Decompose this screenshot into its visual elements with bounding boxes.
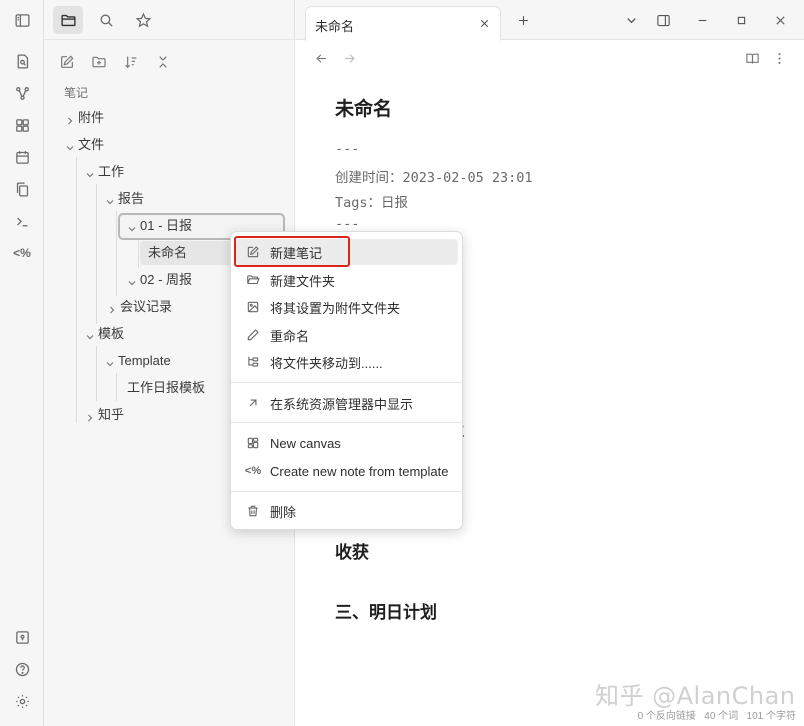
layout-dashboard-icon — [245, 435, 261, 451]
heading-gains: 收获 — [335, 543, 369, 562]
note-title[interactable]: 未命名 — [335, 94, 392, 121]
tree-folder-meetings[interactable]: 会议记录 — [106, 295, 172, 319]
search-icon — [100, 14, 113, 27]
tab-bar: 未命名 — [295, 0, 804, 41]
chevron-right-icon — [84, 408, 98, 422]
edit-icon — [61, 55, 74, 68]
tree-folder-templates[interactable]: 模板 — [84, 322, 124, 346]
tree-folder-template-en[interactable]: Template — [104, 349, 171, 373]
watermark: 知乎 @AlanChan — [595, 682, 796, 710]
tree-folder-zhihu[interactable]: 知乎 — [84, 403, 124, 427]
calendar-icon[interactable] — [12, 147, 32, 167]
tree-folder-attachments[interactable]: 附件 — [64, 106, 104, 130]
collapse-icon — [159, 56, 167, 68]
maximize-icon[interactable] — [731, 10, 751, 30]
graph-view-icon[interactable] — [12, 83, 32, 103]
chevron-down-icon — [84, 327, 98, 341]
menu-item-delete[interactable]: 删除 — [236, 498, 458, 524]
pencil-icon — [245, 327, 261, 343]
settings-gear-icon[interactable] — [12, 691, 32, 711]
menu-item-new-canvas[interactable]: New canvas — [236, 430, 458, 456]
menu-separator — [231, 422, 464, 423]
canvas-icon[interactable] — [12, 115, 32, 135]
bookmarks-tab[interactable] — [128, 6, 158, 34]
menu-separator — [231, 491, 464, 492]
tree-guide — [138, 238, 139, 268]
menu-item-set-attachment-folder[interactable]: 将其设置为附件文件夹 — [236, 294, 458, 320]
new-folder-button[interactable] — [88, 52, 110, 72]
menu-separator — [231, 382, 464, 383]
tab-list-chevron-down-icon[interactable] — [621, 10, 641, 30]
sort-button[interactable] — [120, 52, 142, 72]
search-tab[interactable] — [91, 6, 121, 34]
templater-icon[interactable]: <% — [12, 243, 32, 263]
forward-arrow-icon[interactable] — [339, 48, 359, 68]
collapse-all-button[interactable] — [152, 52, 174, 72]
chevron-down-icon — [104, 192, 118, 206]
heading-tomorrow-plan: 三、明日计划 — [335, 603, 437, 622]
tree-guide — [116, 211, 117, 296]
window-close-icon[interactable] — [770, 10, 790, 30]
tree-folder-files[interactable]: 文件 — [64, 133, 104, 157]
tree-file-untitled[interactable]: 未命名 — [148, 241, 187, 265]
menu-item-new-folder[interactable]: 新建文件夹 — [236, 267, 458, 293]
tree-guide — [96, 184, 97, 324]
vault-root-label: 笔记 — [64, 86, 89, 100]
menu-item-move-folder[interactable]: 将文件夹移动到...... — [236, 349, 458, 375]
back-arrow-icon[interactable] — [311, 48, 331, 68]
folder-open-icon — [245, 272, 261, 288]
toggle-right-sidebar-icon[interactable] — [653, 10, 673, 30]
frontmatter-tags: Tags：日报 — [335, 195, 409, 211]
menu-item-new-from-template[interactable]: <% Create new note from template — [236, 458, 458, 484]
chevron-down-icon — [126, 219, 140, 233]
reading-view-book-icon[interactable] — [742, 48, 762, 68]
percent-template-icon: <% — [244, 465, 262, 477]
tree-guide — [76, 157, 77, 423]
tree-folder-work[interactable]: 工作 — [84, 160, 124, 184]
vault-switcher-icon[interactable] — [12, 627, 32, 647]
image-icon — [245, 299, 261, 315]
tab-title: 未命名 — [315, 19, 355, 34]
tree-folder-reports[interactable]: 报告 — [104, 187, 144, 211]
tree-guide — [96, 346, 97, 401]
tree-guide — [116, 373, 117, 401]
chevron-down-icon — [64, 138, 78, 152]
close-icon[interactable] — [476, 15, 492, 31]
star-icon — [135, 12, 151, 27]
frontmatter-close: --- — [335, 216, 360, 232]
terminal-icon[interactable] — [12, 211, 32, 231]
minimize-icon[interactable] — [692, 10, 712, 30]
new-tab-plus-icon[interactable] — [513, 10, 533, 30]
folder-tree-icon — [245, 354, 261, 370]
help-icon[interactable] — [12, 659, 32, 679]
menu-item-reveal-in-explorer[interactable]: 在系统资源管理器中显示 — [236, 390, 458, 416]
sort-icon — [125, 56, 137, 69]
chevron-down-icon — [84, 165, 98, 179]
copy-icon[interactable] — [12, 179, 32, 199]
folder-icon — [60, 14, 76, 26]
chevron-right-icon — [64, 111, 78, 125]
quick-switcher-icon[interactable] — [12, 51, 32, 71]
new-note-button[interactable] — [56, 52, 78, 72]
tree-file-daily-template[interactable]: 工作日报模板 — [127, 376, 205, 400]
folder-plus-icon — [92, 56, 106, 68]
files-tab[interactable] — [53, 6, 83, 34]
more-options-icon[interactable] — [769, 48, 789, 68]
context-menu: 新建笔记 新建文件夹 将其设置为附件文件夹 重命名 将文件夹移动到...... … — [230, 231, 464, 530]
frontmatter-open: --- — [335, 141, 360, 157]
trash-icon — [245, 503, 261, 519]
left-ribbon: <% — [0, 0, 44, 726]
chevron-down-icon — [126, 273, 140, 287]
frontmatter-created: 创建时间：2023-02-05 23:01 — [335, 170, 533, 186]
toggle-sidebar-icon[interactable] — [12, 10, 32, 30]
sidebar-tab-header — [44, 0, 295, 40]
arrow-up-right-icon — [245, 395, 261, 411]
tree-folder-daily[interactable]: 01 - 日报 — [126, 214, 192, 238]
chevron-down-icon — [104, 354, 118, 368]
menu-item-rename[interactable]: 重命名 — [236, 322, 458, 348]
annotation-highlight-box — [234, 236, 350, 267]
tree-folder-weekly[interactable]: 02 - 周报 — [126, 268, 192, 292]
chevron-right-icon — [106, 300, 120, 314]
tab-untitled[interactable]: 未命名 — [305, 6, 501, 41]
